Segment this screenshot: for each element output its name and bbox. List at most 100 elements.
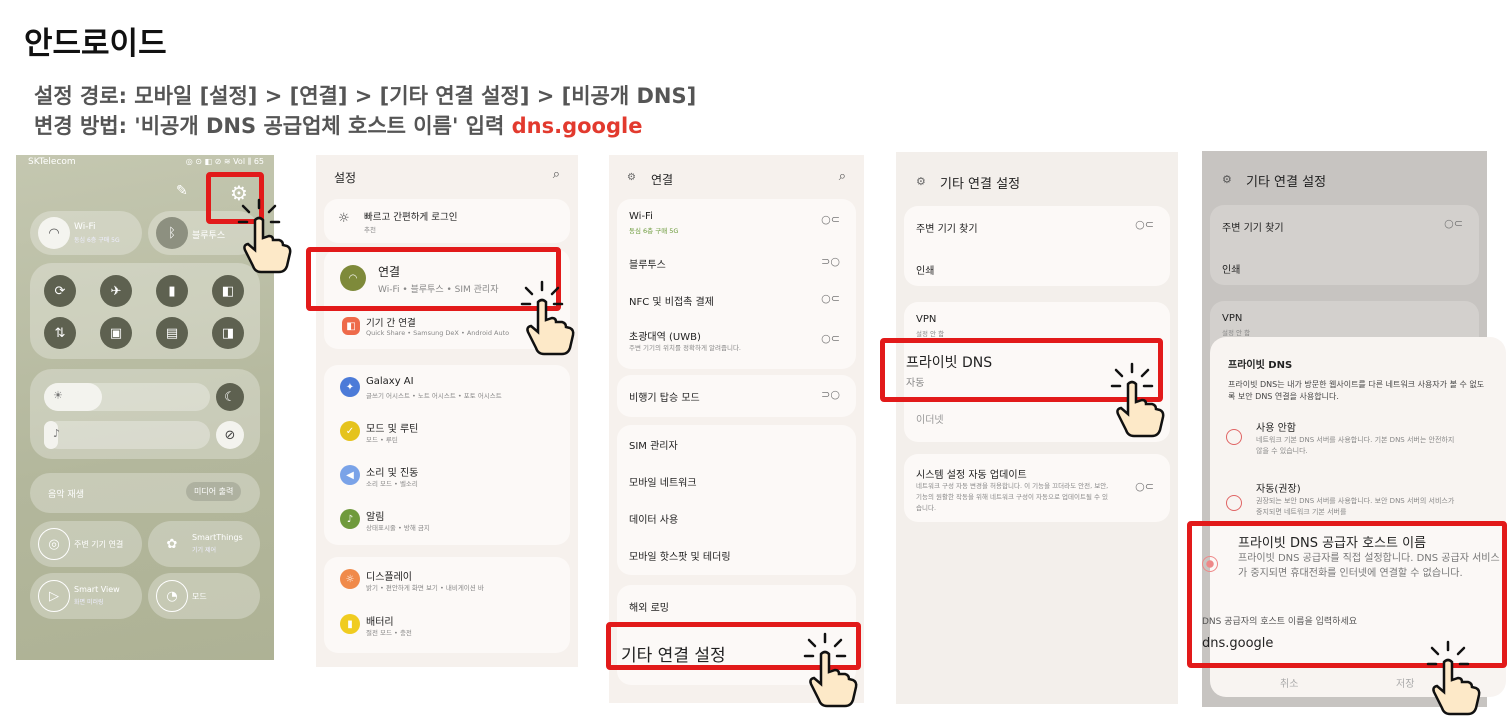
mode-tile[interactable]: ◔ 모드 (148, 573, 260, 619)
nfc-icon[interactable]: ◧ (212, 275, 244, 307)
media-tile[interactable]: 음악 재생 미디어 출력 (30, 473, 260, 513)
nearby-print-card: 주변 기기 찾기 ○⊂ 인쇄 (904, 206, 1170, 286)
airplane-card[interactable]: 비행기 탑승 모드 ⊃○ (617, 375, 856, 417)
save-button[interactable]: 저장 (1396, 675, 1414, 690)
sync-icon[interactable]: ▣ (100, 317, 132, 349)
brightness-slider[interactable]: ☀ (44, 383, 210, 411)
wifi-toggle[interactable]: ○⊂ (821, 213, 840, 226)
nearby-scan-toggle[interactable]: ○⊂ (1135, 218, 1154, 231)
roaming-title[interactable]: 해외 로밍 (629, 599, 669, 614)
settings-path: 설정 경로: 모바일 [설정] > [연결] > [기타 연결 설정] > [비… (34, 84, 697, 108)
dialog-desc: 프라이빗 DNS는 내가 방문한 웹사이트를 다른 네트워크 사용자가 볼 수 … (1228, 380, 1485, 401)
wifi-title[interactable]: Wi-Fi (629, 211, 653, 222)
display-icon: ☼ (340, 569, 360, 589)
nearby-tile[interactable]: ◎ 주변 기기 연결 (30, 521, 142, 567)
settings-gear-icon: ⚙ (1222, 173, 1232, 186)
auto-update-toggle[interactable]: ○⊂ (1135, 480, 1154, 493)
bluetooth-title[interactable]: 블루투스 (629, 256, 666, 271)
login-card[interactable]: ☼ 빠르고 간편하게 로그인 추천 (324, 199, 570, 243)
vpn-title[interactable]: VPN (916, 314, 936, 325)
mobile-data-icon[interactable]: ⇅ (44, 317, 76, 349)
wifi-sub: 동심 6층 구매 5G (629, 227, 679, 235)
more-connection-page-title: 기타 연결 설정 (940, 177, 1021, 192)
volume-slider[interactable]: ♪ (44, 421, 210, 449)
notifications-sub: 상태표시줄 • 방해 금지 (366, 524, 430, 532)
device-connect-icon: ◧ (342, 317, 360, 335)
media-output-button[interactable]: 미디어 출력 (186, 482, 242, 501)
option-auto-radio[interactable] (1226, 495, 1242, 511)
hotspot-title[interactable]: 모바일 핫스팟 및 테더링 (629, 548, 731, 563)
notifications-title[interactable]: 알림 (366, 508, 384, 523)
wifi-sub: 동심 6층 구매 5G (74, 237, 120, 244)
display-card: ☼ 디스플레이 밝기 • 편안하게 화면 보기 • 내비게이션 바 ▮ 배터리 … (324, 557, 570, 653)
wireless-card: Wi-Fi 동심 6층 구매 5G ○⊂ 블루투스 ⊃○ NFC 및 비접촉 결… (617, 199, 856, 369)
option-off-label[interactable]: 사용 안함 (1256, 419, 1296, 434)
nearby-scan-title[interactable]: 주변 기기 찾기 (916, 220, 978, 235)
mobile-network-title[interactable]: 모바일 네트워크 (629, 474, 697, 489)
search-icon[interactable]: ⌕ (839, 169, 846, 184)
auto-update-title[interactable]: 시스템 설정 자동 업데이트 (916, 466, 1027, 481)
wifi-label: Wi-Fi (74, 222, 96, 232)
tap-hand-icon (1110, 362, 1165, 438)
auto-rotate-icon[interactable]: ⟳ (44, 275, 76, 307)
smartthings-tile[interactable]: ✿ SmartThings 기기 제어 (148, 521, 260, 567)
galaxy-ai-title[interactable]: Galaxy AI (366, 376, 414, 387)
network-card: SIM 관리자 모바일 네트워크 데이터 사용 모바일 핫스팟 및 테더링 (617, 425, 856, 575)
more-connection-page-title: 기타 연결 설정 (1246, 175, 1327, 190)
ethernet-title[interactable]: 이더넷 (916, 411, 944, 426)
modes-title[interactable]: 모드 및 루틴 (366, 420, 418, 435)
sound-title[interactable]: 소리 및 진동 (366, 464, 418, 479)
mode-label: 모드 (192, 592, 207, 601)
smartthings-icon: ✿ (166, 536, 178, 552)
bluetooth-label: 블루투스 (192, 231, 226, 241)
print-title[interactable]: 인쇄 (916, 262, 934, 277)
device-connect-title[interactable]: 기기 간 연결 (366, 315, 416, 329)
change-method: 변경 방법: '비공개 DNS 공급업체 호스트 이름' 입력 dns.goog… (34, 110, 642, 140)
nearby-scan-toggle: ○⊂ (1444, 217, 1463, 230)
galaxy-ai-icon: ✦ (340, 377, 360, 397)
feature-card: ✦ Galaxy AI 글쓰기 어시스트 • 노트 어시스트 • 포토 어시스트… (324, 365, 570, 545)
option-off-radio[interactable] (1226, 429, 1242, 445)
login-title: 빠르고 간편하게 로그인 (364, 212, 458, 223)
modes-icon: ✓ (340, 421, 360, 441)
smartview-icon: ▷ (38, 580, 70, 612)
flashlight-icon[interactable]: ▮ (156, 275, 188, 307)
cancel-button[interactable]: 취소 (1280, 675, 1298, 690)
airplane-title: 비행기 탑승 모드 (629, 393, 700, 404)
smartview-sub: 화면 미러링 (74, 599, 104, 606)
display-title[interactable]: 디스플레이 (366, 568, 412, 583)
sim-manager-title[interactable]: SIM 관리자 (629, 437, 678, 452)
settings-title: 설정 (334, 171, 357, 185)
edit-icon[interactable]: ✎ (176, 183, 188, 199)
nearby-scan-title: 주변 기기 찾기 (1222, 223, 1284, 234)
mute-icon[interactable]: ⊘ (216, 421, 244, 449)
nfc-title[interactable]: NFC 및 비접촉 결제 (629, 293, 714, 308)
airplane-icon[interactable]: ✈ (100, 275, 132, 307)
settings-gear-icon: ⚙ (916, 175, 926, 188)
smartthings-sub: 기기 제어 (192, 547, 216, 554)
connections-title: 연결 (651, 173, 674, 187)
wifi-icon: ◠ (38, 217, 70, 249)
wifi-tile[interactable]: ◠ Wi-Fi 동심 6층 구매 5G (30, 211, 142, 255)
settings-screenshot: 설정 ⌕ ☼ 빠르고 간편하게 로그인 추천 ◠ 연결 Wi-Fi • 블루투스… (316, 155, 578, 667)
uwb-toggle[interactable]: ○⊂ (821, 332, 840, 345)
dex-icon[interactable]: ◨ (212, 317, 244, 349)
print-title: 인쇄 (1222, 265, 1241, 276)
smartview-tile[interactable]: ▷ Smart View 화면 미러링 (30, 573, 142, 619)
nearby-label: 주변 기기 연결 (74, 540, 124, 549)
nfc-toggle[interactable]: ○⊂ (821, 292, 840, 305)
mode-icon: ◔ (156, 580, 188, 612)
uwb-title[interactable]: 초광대역 (UWB) (629, 328, 701, 343)
battery-title[interactable]: 배터리 (366, 613, 394, 628)
battery-saver-icon[interactable]: ▤ (156, 317, 188, 349)
smartview-label: Smart View (74, 585, 120, 594)
status-icons: ◎ ⊙ ◧ ⊘ ≋ Vol ⫼ 65 (185, 157, 264, 166)
search-icon[interactable]: ⌕ (553, 167, 560, 182)
nearby-icon: ◎ (38, 528, 70, 560)
data-usage-title[interactable]: 데이터 사용 (629, 511, 678, 526)
uwb-sub: 주변 기기의 위치를 정확하게 알려줍니다. (629, 344, 741, 352)
airplane-toggle[interactable]: ⊃○ (821, 388, 840, 401)
night-mode-icon[interactable]: ☾ (216, 383, 244, 411)
bluetooth-toggle[interactable]: ⊃○ (821, 255, 840, 268)
option-auto-label[interactable]: 자동(권장) (1256, 480, 1301, 495)
